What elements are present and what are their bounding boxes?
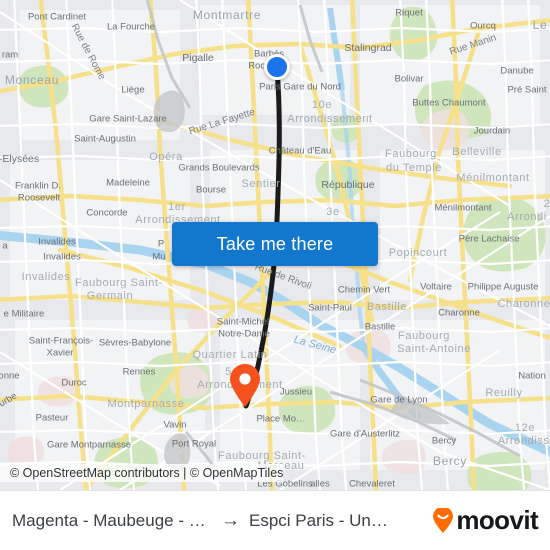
origin-marker[interactable] (264, 54, 290, 80)
footer-destination-label[interactable]: Espci Paris - Univer… (249, 511, 389, 531)
moovit-logo[interactable]: moovit (432, 505, 539, 536)
arrow-right-icon: → (221, 510, 240, 531)
footer-origin-label[interactable]: Magenta - Maubeuge - Gare… (12, 511, 212, 531)
moovit-trip-map-screen: Pont Cardinet La Fourche Montmartre Riquet O… (0, 0, 550, 550)
trip-footer-bar: Magenta - Maubeuge - Gare… → Espci Paris… (0, 490, 550, 550)
moovit-wordmark: moovit (456, 505, 538, 535)
moovit-pin-icon (432, 507, 454, 534)
map-attribution[interactable]: © OpenStreetMap contributors | © OpenMap… (0, 464, 284, 482)
take-me-there-button[interactable]: Take me there (172, 222, 378, 266)
destination-marker[interactable] (228, 364, 262, 408)
map-canvas[interactable]: Pont Cardinet La Fourche Montmartre Riquet O… (0, 0, 550, 490)
